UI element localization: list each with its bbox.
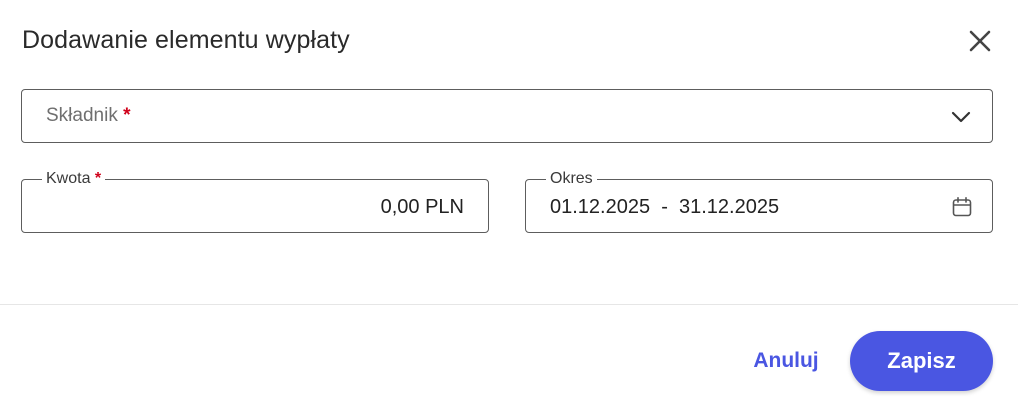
required-mark: * [94,170,102,187]
chevron-down-icon [951,111,971,123]
save-button[interactable]: Zapisz [850,331,993,391]
kwota-field[interactable]: Kwota * 0,00 PLN [21,169,489,233]
kwota-label: Kwota * [42,169,106,189]
close-button[interactable] [964,25,996,57]
close-icon [969,30,991,52]
calendar-icon[interactable] [950,195,974,219]
dialog: Dodawanie elementu wypłaty Składnik * Kw… [0,0,1018,400]
footer-divider [0,304,1018,305]
okres-value[interactable]: 01.12.2025 - 31.12.2025 [550,196,779,219]
skladnik-select[interactable]: Składnik * [21,89,993,143]
cancel-button[interactable]: Anuluj [740,334,832,388]
kwota-value[interactable]: 0,00 PLN [381,196,464,219]
dialog-title: Dodawanie elementu wypłaty [22,26,350,54]
okres-field[interactable]: Okres 01.12.2025 - 31.12.2025 [525,169,993,233]
okres-label: Okres [546,169,597,189]
required-mark: * [123,105,131,126]
skladnik-placeholder: Składnik * [46,105,131,126]
